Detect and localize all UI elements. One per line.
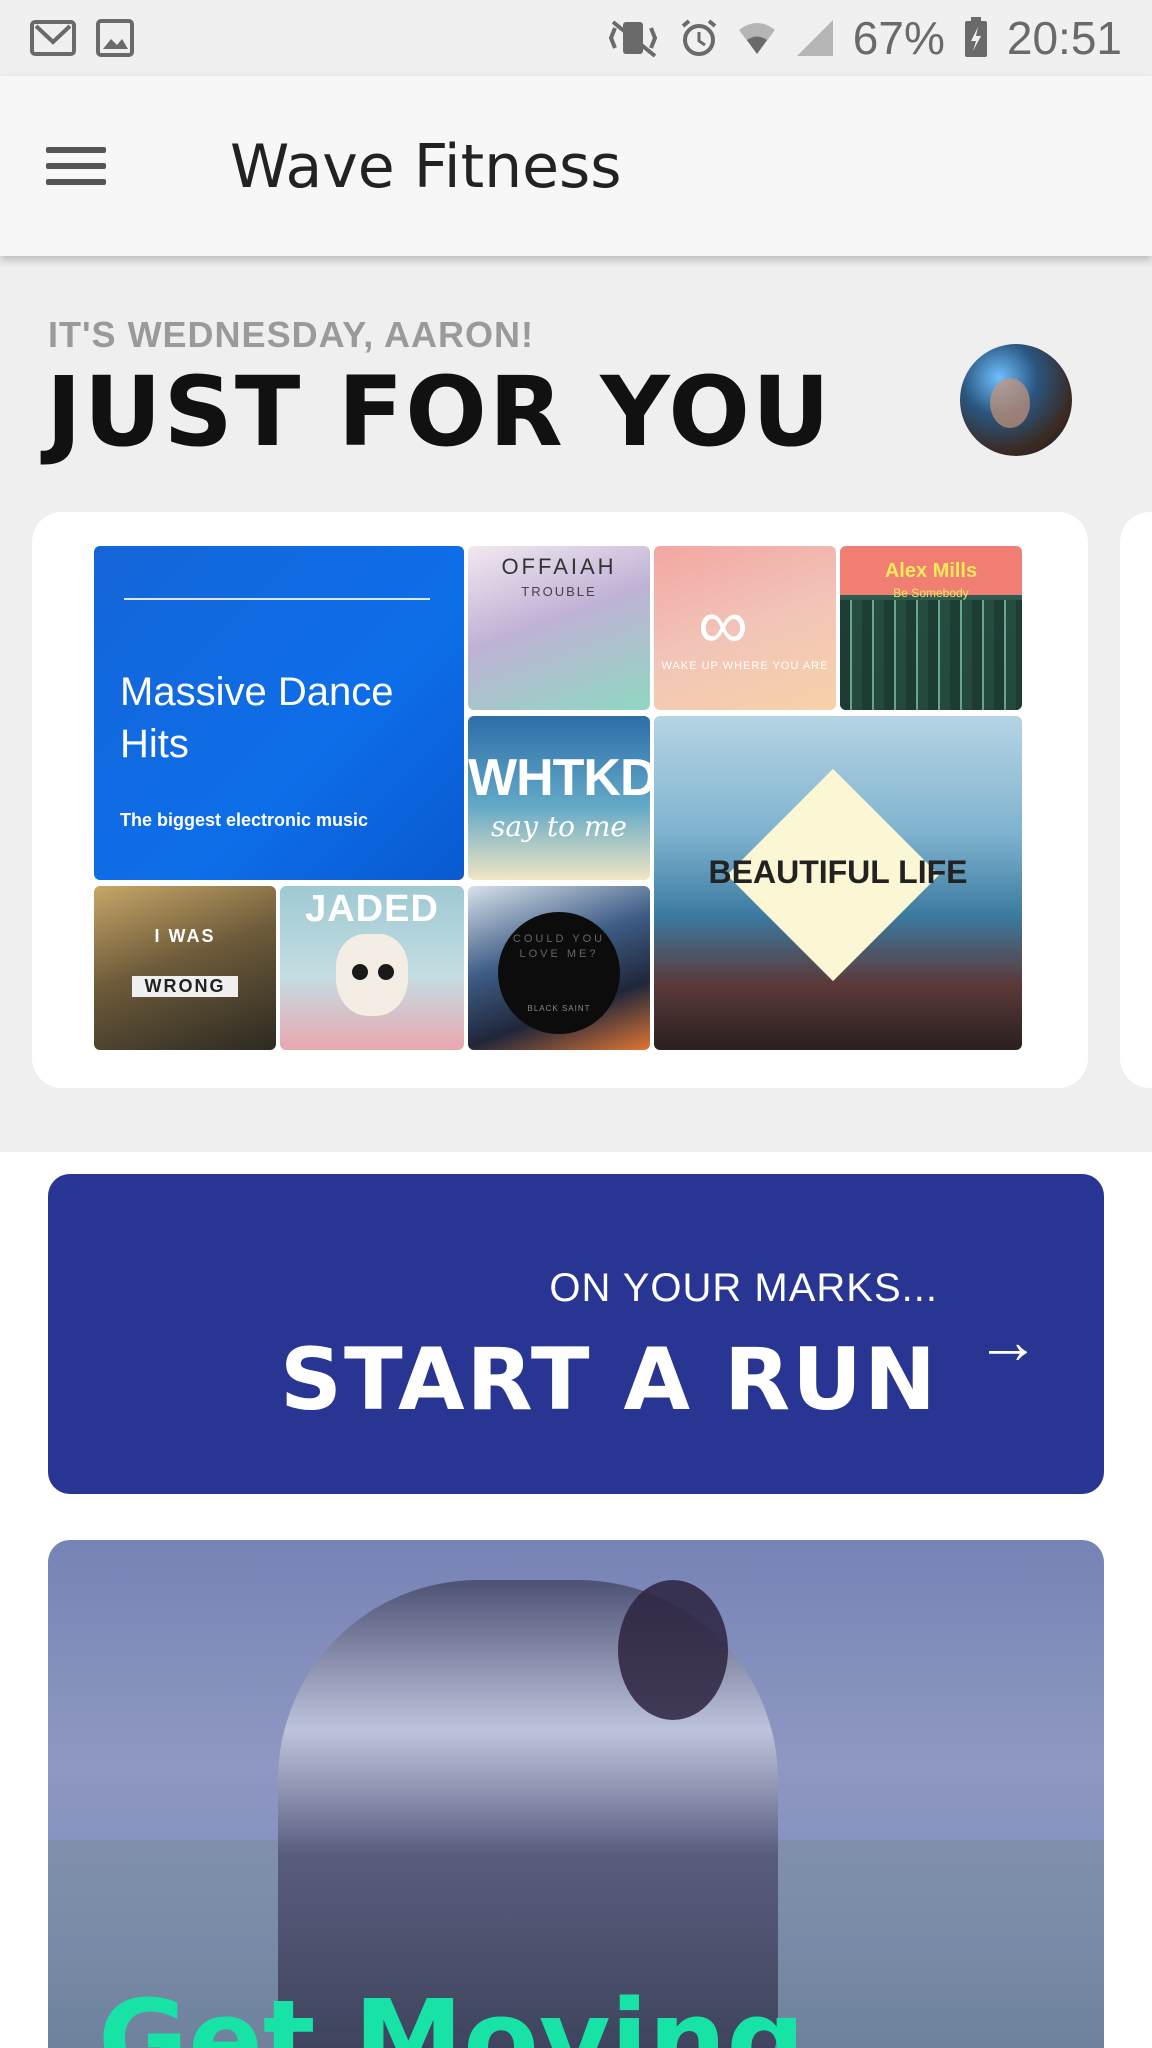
- alarm-icon: [679, 18, 719, 58]
- battery-percent: 67%: [852, 12, 945, 64]
- infinity-logo-icon: ∞: [698, 585, 748, 663]
- album-art-state-of-sound: ∞ WAKE UP WHERE YOU ARE: [654, 546, 836, 710]
- album-title: WHTKD: [468, 749, 650, 807]
- album-title: JADED: [305, 888, 439, 930]
- just-for-you-section: IT'S WEDNESDAY, AARON! JUST FOR YOU Mass…: [0, 256, 1152, 1152]
- get-moving-card[interactable]: Get Moving: [48, 1540, 1104, 2048]
- status-bar: 67% 20:51: [0, 0, 1152, 76]
- owl-eye: [352, 964, 368, 980]
- gmail-icon: [30, 18, 76, 58]
- headline: JUST FOR YOU: [46, 356, 832, 468]
- avatar[interactable]: [960, 344, 1072, 456]
- city-illustration: [840, 600, 1022, 710]
- album-art-jaded: JADED: [280, 886, 464, 1050]
- owl-eye: [378, 964, 394, 980]
- playlist-title: Massive Dance Hits: [120, 670, 394, 766]
- playlist-card[interactable]: Massive Dance Hits The biggest electroni…: [32, 512, 1088, 1088]
- divider: [124, 598, 430, 600]
- playlist-subtitle: The biggest electronic music: [120, 810, 369, 830]
- wifi-icon: [737, 18, 777, 58]
- signal-icon: [795, 18, 835, 58]
- arrow-right-icon: →: [976, 1305, 1040, 1377]
- album-artist: BLACK SAINT: [527, 1004, 591, 1013]
- greeting: IT'S WEDNESDAY, AARON!: [48, 314, 534, 355]
- album-title-highlight: WRONG: [132, 976, 238, 997]
- run-title: START A RUN: [280, 1330, 938, 1430]
- owl-illustration: [336, 934, 408, 1016]
- app-title: Wave Fitness: [230, 132, 622, 202]
- album-art-beautiful-life: BEAUTIFUL LIFE: [654, 716, 1022, 1050]
- playlist-cover: Massive Dance Hits The biggest electroni…: [94, 546, 464, 880]
- album-art-offaiah: OFFAIAH TROUBLE: [468, 546, 650, 710]
- menu-line: [46, 179, 106, 185]
- menu-line: [46, 147, 106, 153]
- next-playlist-card[interactable]: [1120, 512, 1152, 1088]
- black-disc: [498, 912, 620, 1034]
- menu-line: [46, 163, 106, 169]
- mute-vibrate-icon: [605, 18, 661, 58]
- menu-icon[interactable]: [40, 136, 112, 196]
- run-pretext: ON YOUR MARKS...: [549, 1266, 938, 1310]
- album-subtitle: WAKE UP WHERE YOU ARE: [661, 660, 829, 672]
- get-moving-title: Get Moving: [98, 1976, 806, 2048]
- album-subtitle: Be Somebody: [893, 586, 969, 600]
- app-bar: Wave Fitness: [0, 76, 1152, 256]
- album-subtitle: say to me: [491, 810, 627, 843]
- album-title: OFFAIAH: [501, 554, 617, 579]
- battery-icon: [963, 17, 989, 59]
- album-art-whtkd: WHTKD say to me: [468, 716, 650, 880]
- image-icon: [96, 19, 134, 57]
- album-title: Alex Mills: [884, 560, 978, 582]
- album-art-could-you-love-me: COULD YOU LOVE ME? BLACK SAINT: [468, 886, 650, 1050]
- album-title: I WAS: [154, 926, 216, 946]
- runner-head: [618, 1580, 728, 1720]
- album-art-i-was-wrong: I WAS WRONG: [94, 886, 276, 1050]
- album-title: COULD YOU LOVE ME?: [512, 933, 606, 960]
- album-subtitle: TROUBLE: [521, 584, 597, 599]
- clock: 20:51: [1006, 12, 1122, 64]
- album-title: BEAUTIFUL LIFE: [708, 854, 968, 890]
- status-left: [30, 18, 134, 58]
- album-art-alex-mills: Alex Mills Be Somebody: [840, 546, 1022, 710]
- status-right: 67% 20:51: [605, 11, 1122, 65]
- start-run-button[interactable]: ON YOUR MARKS... START A RUN →: [48, 1174, 1104, 1494]
